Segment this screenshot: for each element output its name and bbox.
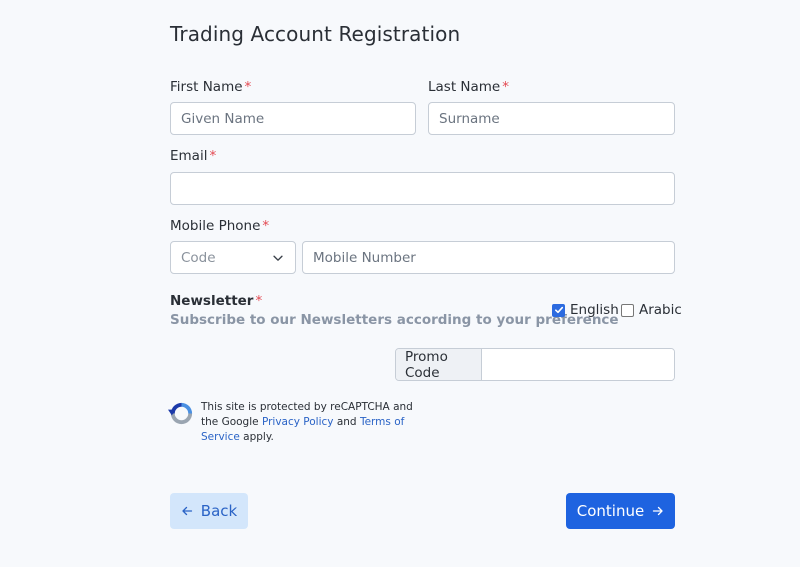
newsletter-arabic-option[interactable]: Arabic bbox=[621, 302, 682, 318]
recaptcha-text-and: and bbox=[333, 416, 360, 428]
required-mark: * bbox=[244, 79, 252, 95]
english-checkbox[interactable] bbox=[552, 303, 565, 317]
phone-code-select[interactable]: Code bbox=[170, 241, 296, 274]
recaptcha-text-after: apply. bbox=[239, 431, 274, 443]
newsletter-english-option[interactable]: English bbox=[552, 302, 619, 318]
promo-code-input[interactable] bbox=[482, 349, 674, 380]
continue-button[interactable]: Continue bbox=[566, 493, 675, 529]
recaptcha-notice: This site is protected by reCAPTCHA and … bbox=[168, 400, 431, 445]
last-name-input[interactable] bbox=[428, 102, 675, 135]
back-button-label: Back bbox=[200, 502, 238, 520]
promo-code-group: Promo Code bbox=[395, 348, 675, 381]
first-name-input[interactable] bbox=[170, 102, 416, 135]
back-button[interactable]: Back bbox=[170, 493, 248, 529]
arabic-checkbox[interactable] bbox=[621, 303, 634, 317]
chevron-down-icon bbox=[273, 255, 283, 261]
page-title: Trading Account Registration bbox=[170, 22, 461, 46]
first-name-label-text: First Name bbox=[170, 79, 243, 95]
arrow-right-icon bbox=[653, 506, 663, 516]
mobile-number-input[interactable] bbox=[302, 241, 675, 274]
promo-code-addon: Promo Code bbox=[396, 349, 482, 380]
first-name-label: First Name * bbox=[170, 79, 251, 95]
recaptcha-text: This site is protected by reCAPTCHA and … bbox=[201, 400, 431, 445]
email-input[interactable] bbox=[170, 172, 675, 205]
newsletter-label-text: Newsletter bbox=[170, 293, 254, 309]
mobile-phone-label-text: Mobile Phone bbox=[170, 218, 261, 234]
checkmark-icon bbox=[554, 306, 563, 314]
recaptcha-logo-icon bbox=[168, 402, 193, 425]
required-mark: * bbox=[209, 148, 217, 164]
english-label: English bbox=[570, 302, 619, 318]
email-label-text: Email bbox=[170, 148, 208, 164]
last-name-label: Last Name * bbox=[428, 79, 509, 95]
mobile-phone-label: Mobile Phone * bbox=[170, 218, 269, 234]
arrow-left-icon bbox=[182, 506, 192, 516]
last-name-label-text: Last Name bbox=[428, 79, 501, 95]
privacy-policy-link[interactable]: Privacy Policy bbox=[262, 416, 334, 428]
newsletter-label: Newsletter * bbox=[170, 293, 262, 309]
email-label: Email * bbox=[170, 148, 216, 164]
required-mark: * bbox=[262, 218, 270, 234]
required-mark: * bbox=[502, 79, 509, 95]
phone-code-selected: Code bbox=[181, 249, 216, 266]
arabic-label: Arabic bbox=[639, 302, 682, 318]
required-mark: * bbox=[255, 293, 263, 309]
continue-button-label: Continue bbox=[576, 502, 645, 520]
